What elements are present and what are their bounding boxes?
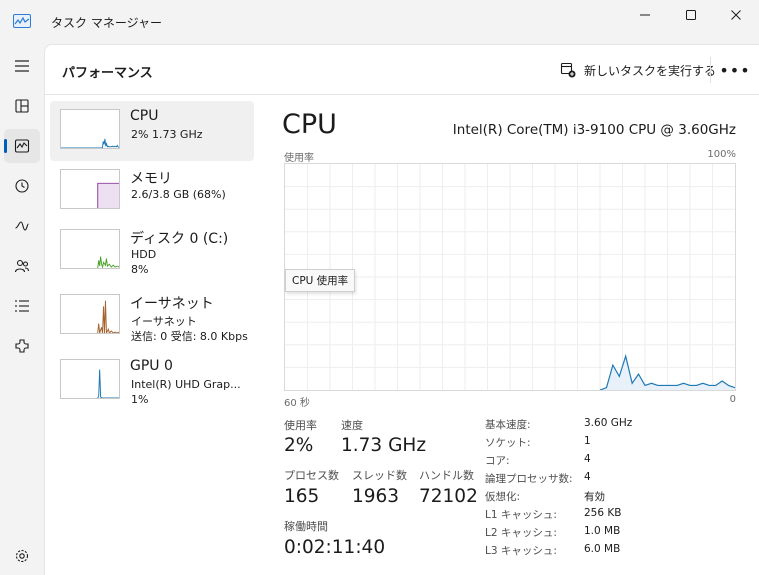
thread-count-label: スレッド数 bbox=[352, 469, 407, 482]
l3-cache-value: 6.0 MB bbox=[584, 543, 621, 555]
page-header: パフォーマンス 新しいタスクを実行する ••• bbox=[45, 45, 759, 95]
close-icon bbox=[731, 10, 741, 20]
graph-x-right-label: 0 bbox=[729, 394, 736, 405]
nav-processes[interactable] bbox=[4, 89, 40, 123]
cpu-thumbnail-graph bbox=[60, 109, 120, 149]
l1-cache-value: 256 KB bbox=[584, 507, 622, 519]
disk-thumbnail-graph bbox=[60, 229, 120, 269]
virtualization-value: 有効 bbox=[584, 491, 605, 503]
usage-label: 使用率 bbox=[284, 419, 317, 432]
nav-menu-button[interactable] bbox=[4, 49, 40, 83]
resource-cpu[interactable]: CPU 2% 1.73 GHz bbox=[50, 101, 254, 161]
processes-icon bbox=[15, 99, 29, 113]
l2-cache-key: L2 キャッシュ: bbox=[485, 527, 557, 539]
graph-tooltip: CPU 使用率 bbox=[285, 269, 356, 292]
resource-memory[interactable]: メモリ 2.6/3.8 GB (68%) bbox=[50, 161, 254, 221]
run-task-icon bbox=[560, 62, 576, 78]
virtualization-key: 仮想化: bbox=[485, 491, 521, 503]
resource-type: HDD bbox=[131, 248, 157, 261]
run-new-task-button[interactable]: 新しいタスクを実行する bbox=[560, 57, 716, 83]
window-title: タスク マネージャー bbox=[51, 16, 162, 30]
maximize-icon bbox=[686, 10, 696, 20]
nav-app-history[interactable] bbox=[4, 169, 40, 203]
ethernet-thumbnail-graph bbox=[60, 294, 120, 334]
minimize-icon bbox=[640, 14, 650, 16]
resource-ethernet[interactable]: イーサネット イーサネット 送信: 0 受信: 8.0 Kbps bbox=[50, 286, 254, 346]
resource-detail: 2.6/3.8 GB (68%) bbox=[131, 188, 226, 201]
cpu-model-name: Intel(R) Core(TM) i3-9100 CPU @ 3.60GHz bbox=[452, 122, 736, 138]
gpu-thumbnail-graph bbox=[60, 359, 120, 399]
resource-name: GPU 0 bbox=[130, 358, 173, 374]
uptime-value: 0:02:11:40 bbox=[284, 537, 386, 558]
close-button[interactable] bbox=[713, 0, 759, 30]
header-divider bbox=[710, 57, 711, 83]
resource-name: メモリ bbox=[130, 171, 172, 187]
thread-count-value: 1963 bbox=[352, 486, 400, 507]
nav-services[interactable] bbox=[4, 329, 40, 363]
maximize-button[interactable] bbox=[668, 0, 714, 30]
settings-icon bbox=[15, 549, 29, 563]
usage-value: 2% bbox=[284, 435, 314, 456]
resource-detail: 送信: 0 受信: 8.0 Kbps bbox=[131, 330, 248, 343]
resource-detail: 2% 1.73 GHz bbox=[131, 128, 203, 141]
title-bar: タスク マネージャー bbox=[0, 0, 759, 44]
logical-processors-value: 4 bbox=[584, 471, 591, 483]
users-icon bbox=[14, 259, 30, 273]
sockets-value: 1 bbox=[584, 435, 591, 447]
process-count-value: 165 bbox=[284, 486, 320, 507]
nav-users[interactable] bbox=[4, 249, 40, 283]
navigation-rail bbox=[0, 44, 44, 575]
resource-detail: 8% bbox=[131, 263, 149, 276]
handle-count-label: ハンドル数 bbox=[419, 469, 474, 482]
app-performance-icon bbox=[13, 14, 31, 28]
resource-disk[interactable]: ディスク 0 (C:) HDD 8% bbox=[50, 221, 254, 281]
graph-y-label: 使用率 bbox=[284, 153, 314, 164]
hamburger-icon bbox=[15, 60, 29, 72]
cores-value: 4 bbox=[584, 453, 591, 465]
l2-cache-value: 1.0 MB bbox=[584, 525, 621, 537]
memory-thumbnail-graph bbox=[60, 169, 120, 209]
cores-key: コア: bbox=[485, 455, 510, 467]
graph-x-left-label: 60 秒 bbox=[284, 398, 310, 409]
logical-processors-key: 論理プロセッサ数: bbox=[485, 473, 573, 485]
base-speed-key: 基本速度: bbox=[485, 419, 531, 431]
speed-label: 速度 bbox=[341, 419, 363, 432]
resource-gpu[interactable]: GPU 0 Intel(R) UHD Grap... 1% bbox=[50, 351, 254, 411]
handle-count-value: 72102 bbox=[419, 486, 478, 507]
resource-title: CPU bbox=[282, 109, 337, 140]
base-speed-value: 3.60 GHz bbox=[584, 417, 633, 429]
details-icon bbox=[15, 300, 29, 312]
resource-model: Intel(R) UHD Grap... bbox=[131, 378, 241, 391]
page-title: パフォーマンス bbox=[62, 66, 153, 81]
performance-icon bbox=[14, 139, 30, 153]
process-count-label: プロセス数 bbox=[284, 469, 339, 482]
resource-detail: 1% bbox=[131, 393, 149, 406]
nav-settings[interactable] bbox=[4, 539, 40, 573]
minimize-button[interactable] bbox=[622, 0, 668, 30]
active-indicator bbox=[4, 139, 7, 153]
sockets-key: ソケット: bbox=[485, 437, 531, 449]
services-icon bbox=[15, 339, 29, 353]
nav-performance[interactable] bbox=[4, 129, 40, 163]
run-task-label: 新しいタスクを実行する bbox=[584, 63, 717, 78]
resource-name: CPU bbox=[130, 108, 159, 124]
nav-startup[interactable] bbox=[4, 209, 40, 243]
history-icon bbox=[15, 179, 29, 193]
resource-name: イーサネット bbox=[130, 296, 214, 312]
more-options-button[interactable]: ••• bbox=[719, 59, 749, 81]
l3-cache-key: L3 キャッシュ: bbox=[485, 545, 557, 557]
graph-y-max-label: 100% bbox=[707, 149, 736, 160]
nav-details[interactable] bbox=[4, 289, 40, 323]
uptime-label: 稼働時間 bbox=[284, 520, 328, 533]
resource-adapter: イーサネット bbox=[131, 315, 197, 328]
startup-icon bbox=[15, 221, 29, 231]
content-pane: パフォーマンス 新しいタスクを実行する ••• CPU 2% 1.73 GHz … bbox=[44, 44, 759, 575]
l1-cache-key: L1 キャッシュ: bbox=[485, 509, 557, 521]
speed-value: 1.73 GHz bbox=[341, 435, 427, 456]
resource-name: ディスク 0 (C:) bbox=[130, 231, 229, 247]
